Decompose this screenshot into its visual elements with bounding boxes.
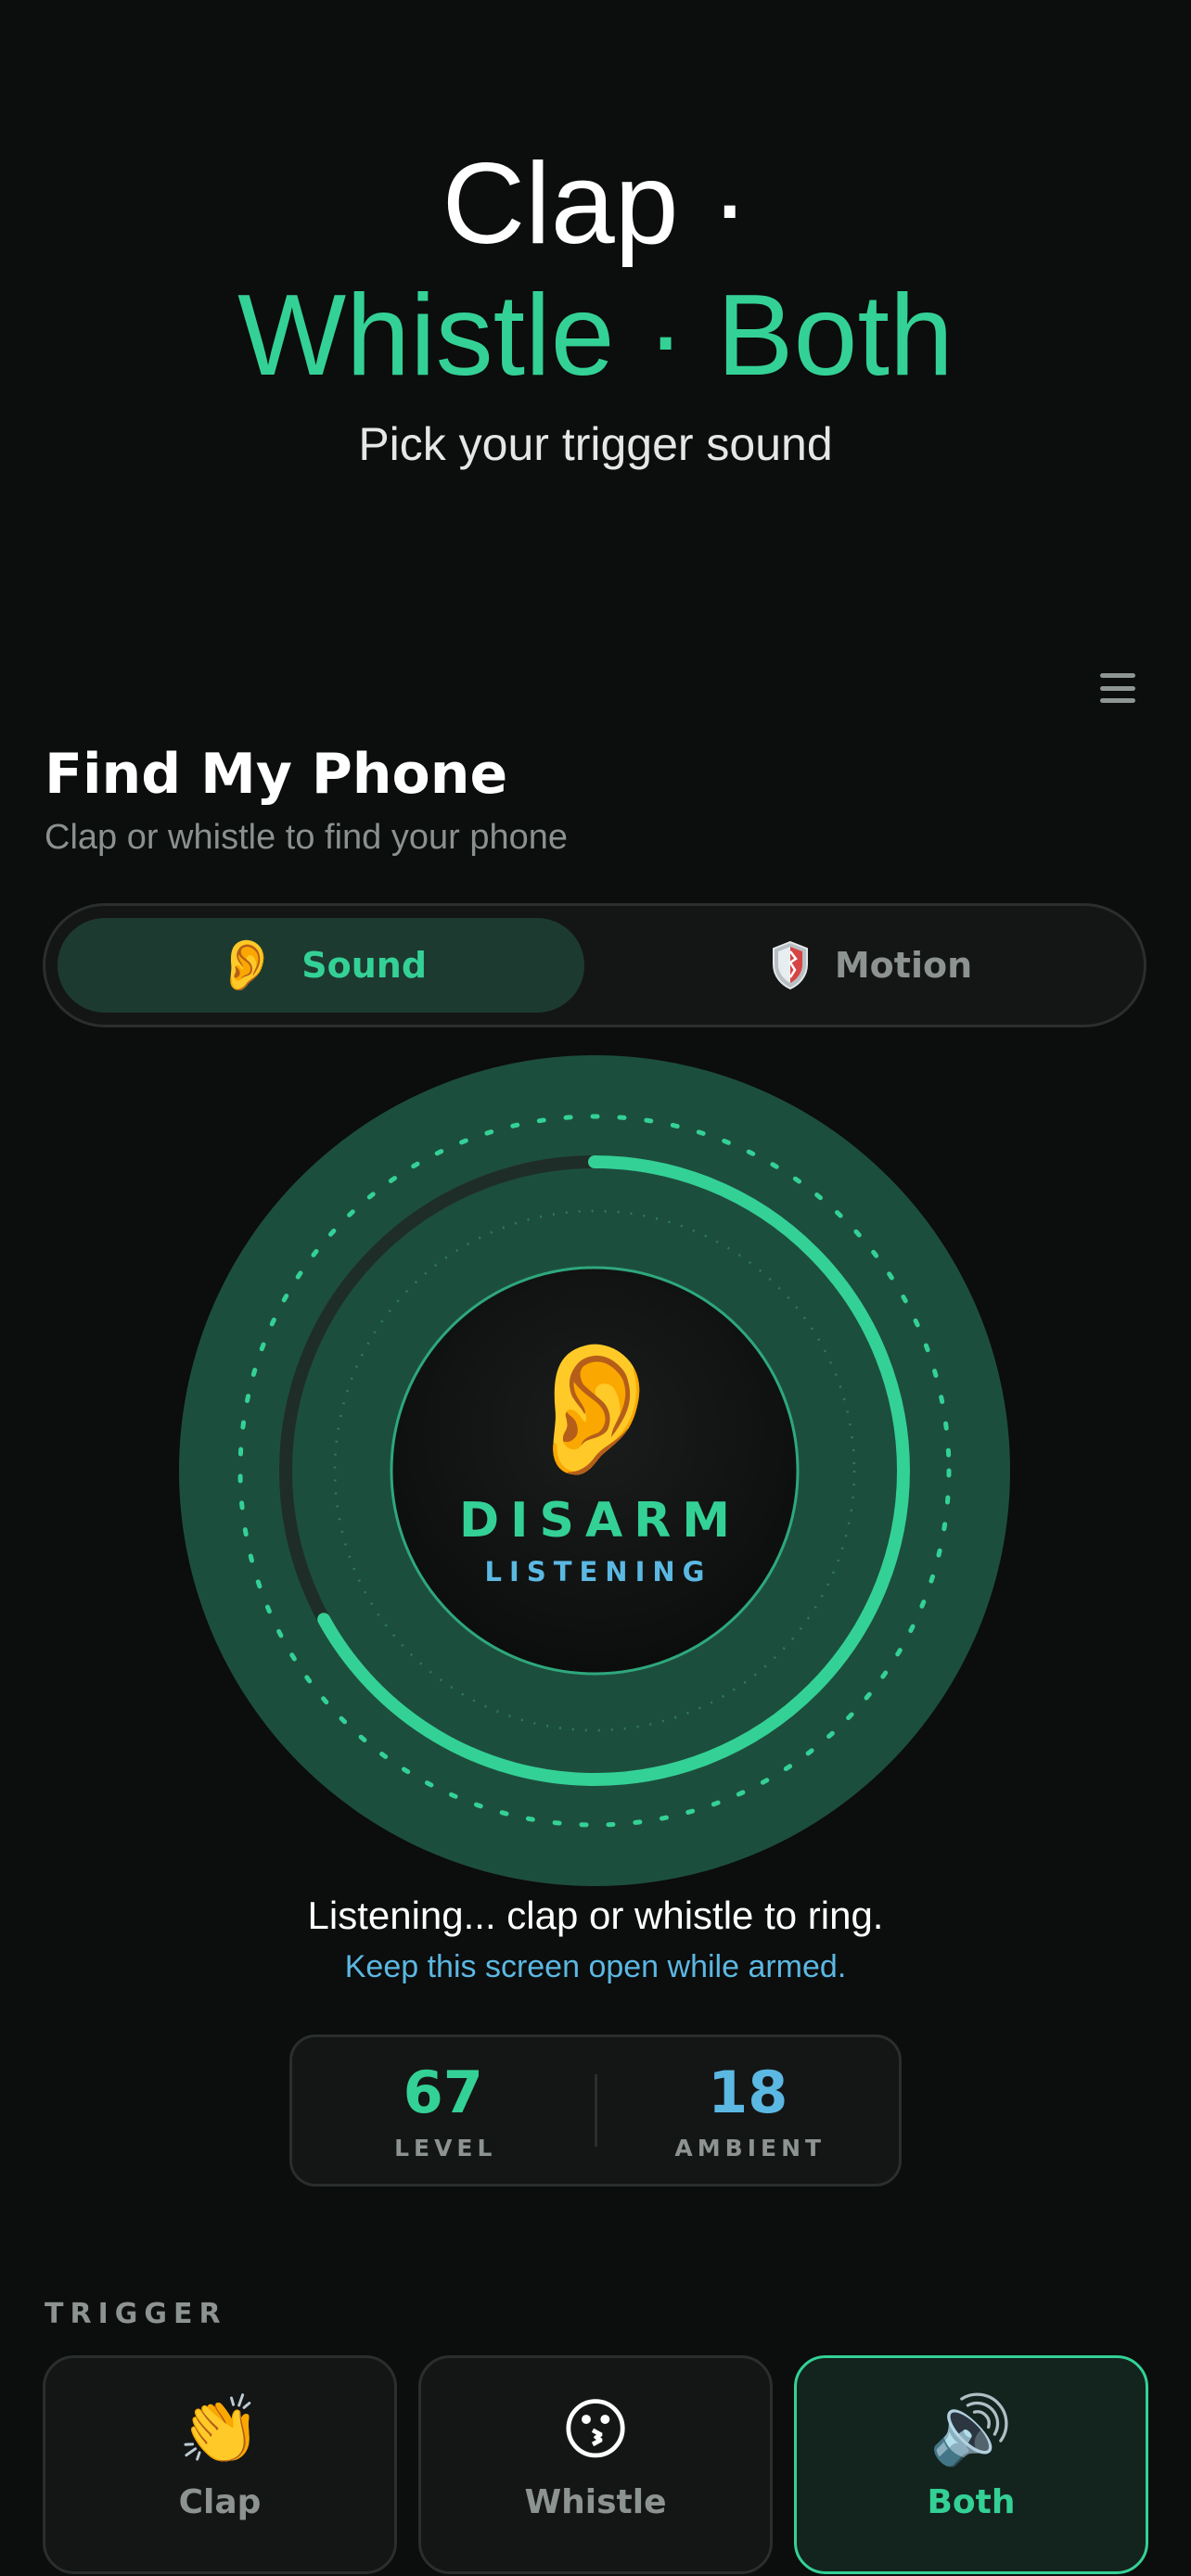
page-title: Find My Phone xyxy=(45,742,508,807)
tab-sound-label: Sound xyxy=(301,945,428,986)
stat-ambient-value: 18 xyxy=(708,2058,788,2126)
disarm-button[interactable]: 👂 DISARM LISTENING xyxy=(391,1268,798,1674)
ear-icon: 👂 xyxy=(513,1333,676,1485)
disarm-label: DISARM xyxy=(459,1493,741,1549)
page-subtitle: Clap or whistle to find your phone xyxy=(45,818,568,857)
stat-ambient-label: AMBIENT xyxy=(674,2134,826,2162)
hero-header: Clap · Whistle · Both Pick your trigger … xyxy=(0,139,1191,471)
hero-title-line2: Whistle · Both xyxy=(237,272,954,400)
stat-level: 67 LEVEL xyxy=(292,2037,595,2184)
trigger-option-whistle[interactable]: 😗 Whistle xyxy=(418,2355,773,2574)
stat-level-label: LEVEL xyxy=(394,2134,497,2162)
stats-card: 67 LEVEL 18 AMBIENT xyxy=(289,2034,902,2187)
stat-level-value: 67 xyxy=(403,2058,483,2126)
status-message: Listening... clap or whistle to ring. xyxy=(307,1894,884,1937)
clapping-hands-icon: 👏 xyxy=(178,2390,262,2468)
trigger-option-label: Whistle xyxy=(524,2482,667,2521)
tab-sound[interactable]: 👂 Sound xyxy=(58,918,584,1013)
hero-title-line1: Clap · xyxy=(442,140,749,268)
sound-dial: 👂 DISARM LISTENING xyxy=(179,1055,1010,1886)
ear-icon: 👂 xyxy=(214,936,278,994)
status-hint: Keep this screen open while armed. xyxy=(344,1949,847,1984)
hero-subtitle: Pick your trigger sound xyxy=(358,418,833,470)
tab-motion[interactable]: Motion xyxy=(608,918,1134,1013)
hamburger-menu-icon[interactable] xyxy=(1095,668,1141,708)
tab-motion-label: Motion xyxy=(834,945,973,986)
kissing-face-icon: 😗 xyxy=(560,2390,631,2468)
shield-icon xyxy=(772,940,808,990)
trigger-option-clap[interactable]: 👏 Clap xyxy=(43,2355,397,2574)
stat-ambient: 18 AMBIENT xyxy=(597,2037,900,2184)
listening-label: LISTENING xyxy=(484,1556,712,1588)
mode-segmented-control: 👂 Sound Motion xyxy=(43,903,1146,1027)
trigger-option-label: Both xyxy=(927,2482,1016,2521)
trigger-option-label: Clap xyxy=(178,2482,262,2521)
speaker-icon: 🔊 xyxy=(929,2390,1013,2468)
trigger-option-both[interactable]: 🔊 Both xyxy=(794,2355,1148,2574)
trigger-section-label: TRIGGER xyxy=(45,2298,227,2330)
trigger-options: 👏 Clap 😗 Whistle 🔊 Both xyxy=(43,2355,1148,2576)
